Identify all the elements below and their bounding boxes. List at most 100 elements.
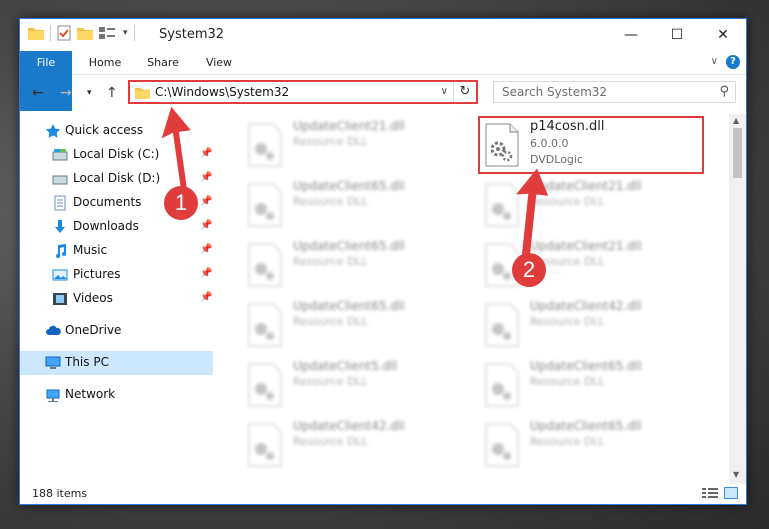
file-description: Resource DLL: [293, 375, 368, 388]
customize-toolbar-icon[interactable]: [99, 26, 117, 40]
chevron-down-icon[interactable]: ▾: [123, 28, 128, 38]
address-path[interactable]: C:\Windows\System32: [155, 85, 289, 99]
search-placeholder: Search System32: [502, 85, 608, 99]
tab-share[interactable]: Share: [138, 51, 188, 74]
sidebar-item-label: Documents: [73, 195, 142, 209]
sidebar-item-onedrive[interactable]: OneDrive: [20, 319, 213, 343]
list-item[interactable]: UpdateClient21.dll Resource DLL: [241, 119, 471, 179]
large-icons-view-icon[interactable]: [724, 487, 738, 499]
file-description: Resource DLL: [293, 315, 368, 328]
sidebar-item-music[interactable]: Music 📌: [20, 239, 213, 263]
properties-icon[interactable]: [57, 25, 71, 41]
title-bar[interactable]: ▾ System32 — ☐ ✕: [20, 19, 746, 51]
list-item[interactable]: UpdateClient42.dll Resource DLL: [478, 299, 708, 359]
file-description: Resource DLL: [293, 195, 368, 208]
file-description: Resource DLL: [530, 375, 605, 388]
sidebar-item-this-pc[interactable]: This PC: [20, 351, 213, 375]
pin-icon[interactable]: 📌: [200, 268, 212, 279]
drive-icon: [52, 175, 68, 185]
search-input[interactable]: Search System32 ⚲: [493, 81, 736, 103]
pictures-icon: [52, 269, 68, 281]
list-item[interactable]: UpdateClient65.dll Resource DLL: [478, 359, 708, 419]
dll-file-icon: [485, 303, 519, 347]
step-badge-1: 1: [164, 186, 198, 220]
recent-locations-icon[interactable]: ▾: [87, 88, 92, 98]
file-name: UpdateClient5.dll: [293, 359, 397, 373]
pin-icon[interactable]: 📌: [200, 172, 212, 183]
maximize-button[interactable]: ☐: [654, 19, 700, 51]
scroll-up-icon[interactable]: ▲: [733, 116, 739, 125]
file-name: UpdateClient65.dll: [293, 239, 405, 253]
tab-view[interactable]: View: [196, 51, 242, 74]
folder-icon: [135, 87, 150, 99]
file-name: UpdateClient65.dll: [530, 419, 642, 433]
sidebar-item-label: Videos: [73, 291, 113, 305]
pin-icon[interactable]: 📌: [200, 220, 212, 231]
minimize-button[interactable]: —: [608, 19, 654, 51]
separator: [133, 25, 135, 41]
navigation-bar: ← → ▾ ↑ C:\Windows\System32 ∨ ↻ Search S…: [20, 75, 746, 111]
sidebar-item-label: Pictures: [73, 267, 121, 281]
drive-icon: [52, 149, 68, 161]
sidebar-item-label: Local Disk (C:): [73, 147, 160, 161]
pin-icon[interactable]: 📌: [200, 292, 212, 303]
file-name: UpdateClient65.dll: [293, 179, 405, 193]
list-item[interactable]: UpdateClient5.dll Resource DLL: [241, 359, 471, 419]
vertical-scrollbar[interactable]: ▲ ▼: [729, 114, 746, 484]
arrow-up-icon: [516, 168, 549, 266]
list-item[interactable]: UpdateClient65.dll Resource DLL: [241, 179, 471, 239]
dll-file-icon: [248, 123, 282, 167]
up-arrow-icon[interactable]: ↑: [106, 85, 118, 101]
separator: [50, 25, 51, 41]
new-folder-icon[interactable]: [77, 26, 93, 40]
list-item[interactable]: UpdateClient65.dll Resource DLL: [241, 299, 471, 359]
help-icon[interactable]: ?: [726, 55, 740, 69]
dll-file-icon: [248, 363, 282, 407]
address-bar[interactable]: C:\Windows\System32 ∨ ↻: [128, 80, 478, 104]
chevron-down-icon[interactable]: ∨: [441, 86, 448, 97]
dll-file-icon: [248, 183, 282, 227]
file-description: Resource DLL: [293, 255, 368, 268]
dll-file-icon: [248, 243, 282, 287]
download-icon: [55, 220, 65, 233]
sidebar-item-network[interactable]: Network: [20, 383, 213, 407]
videos-icon: [53, 293, 67, 305]
dll-file-icon: [485, 363, 519, 407]
refresh-icon[interactable]: ↻: [453, 82, 476, 102]
sidebar-item-label: Downloads: [73, 219, 139, 233]
explorer-window: ▾ System32 — ☐ ✕ File Home Share View ∨ …: [19, 18, 747, 505]
pin-icon[interactable]: 📌: [200, 148, 212, 159]
details-view-icon[interactable]: [702, 487, 718, 499]
file-name: UpdateClient42.dll: [293, 419, 405, 433]
window-controls: — ☐ ✕: [608, 19, 746, 51]
folder-icon: [28, 28, 44, 40]
tab-home[interactable]: Home: [80, 51, 130, 74]
list-item[interactable]: UpdateClient65.dll Resource DLL: [241, 239, 471, 299]
dll-file-icon: [485, 423, 519, 467]
back-arrow-icon[interactable]: ←: [32, 85, 44, 101]
forward-arrow-icon[interactable]: →: [60, 85, 72, 101]
star-icon: [45, 124, 61, 138]
list-item[interactable]: UpdateClient65.dll Resource DLL: [478, 419, 708, 477]
file-description: Resource DLL: [293, 135, 368, 148]
sidebar-item-pictures[interactable]: Pictures 📌: [20, 263, 213, 287]
list-item[interactable]: UpdateClient42.dll Resource DLL: [241, 419, 471, 477]
pin-icon[interactable]: 📌: [200, 244, 212, 255]
sidebar-item-label: Network: [65, 387, 116, 401]
file-name: UpdateClient21.dll: [293, 119, 405, 133]
sidebar-item-videos[interactable]: Videos 📌: [20, 287, 213, 311]
close-button[interactable]: ✕: [700, 19, 746, 51]
pin-icon[interactable]: 📌: [200, 196, 212, 207]
file-description: Resource DLL: [293, 435, 368, 448]
step-badge-2: 2: [512, 253, 546, 287]
search-icon[interactable]: ⚲: [719, 84, 729, 99]
cloud-icon: [46, 325, 61, 335]
sidebar-item-label: OneDrive: [65, 323, 122, 337]
item-count: 188 items: [32, 487, 88, 500]
expand-ribbon-icon[interactable]: ∨: [711, 56, 718, 67]
file-name: UpdateClient42.dll: [530, 299, 642, 313]
quick-access-toolbar: ▾: [28, 25, 135, 41]
scroll-down-icon[interactable]: ▼: [733, 470, 739, 479]
scrollbar-thumb[interactable]: [733, 128, 742, 178]
music-icon: [56, 244, 66, 258]
